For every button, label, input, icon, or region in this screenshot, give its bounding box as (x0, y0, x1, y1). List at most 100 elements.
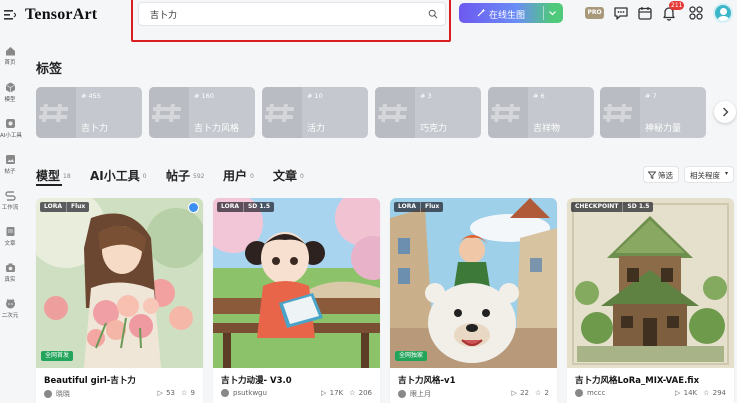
model-tags: LORA Flux (40, 202, 90, 212)
model-stats: ▷ 14K ☆ 294 (669, 389, 726, 397)
sidebar-item-label: AI小工具 (0, 133, 22, 139)
tag-count: # 455 (81, 92, 101, 100)
model-author[interactable]: 眼上月 (398, 389, 431, 399)
model-title[interactable]: Beautiful girl-吉卜力 (44, 374, 136, 386)
tab-4[interactable]: 文章 0 (273, 167, 304, 184)
logo[interactable]: TensorArt (25, 6, 97, 24)
model-title[interactable]: 吉卜力风格LoRa_MIX-VAE.fix (575, 374, 699, 386)
author-name: psutkwgu (233, 389, 267, 397)
filter-button[interactable]: 筛选 (643, 166, 679, 183)
model-type-tag: SD 1.5 (242, 202, 275, 212)
sidebar-item-anime[interactable]: 二次元 (0, 298, 20, 319)
active-tab-indicator (36, 184, 62, 186)
sidebar-item-ai-tools[interactable]: AI小工具 (0, 118, 22, 139)
sidebar-item-posts[interactable]: 帖子 (0, 154, 20, 175)
tag-card[interactable]: # 160 吉卜力风格 (149, 87, 255, 138)
tab-count: 0 (142, 173, 147, 180)
star-count: 206 (358, 389, 372, 397)
tags-next-button[interactable] (711, 87, 737, 138)
tag-count: # 10 (307, 92, 323, 100)
tag-card[interactable]: # 455 吉卜力 (36, 87, 142, 138)
model-thumbnail[interactable] (213, 198, 380, 368)
pro-badge[interactable]: PRO (585, 7, 604, 19)
tag-card[interactable]: # 3 巧克力 (375, 87, 481, 138)
model-card[interactable]: CHECKPOINT SD 1.5 吉卜力风格LoRa_MIX-VAE.fix mcc… (567, 198, 734, 403)
tab-count: 592 (193, 173, 205, 180)
bookmark-icon[interactable] (188, 202, 199, 213)
generate-button[interactable]: 在线生图 (459, 3, 563, 23)
chat-icon[interactable] (613, 5, 629, 21)
tab-2[interactable]: 帖子 592 (166, 167, 204, 184)
wand-icon (477, 8, 486, 17)
model-thumbnail[interactable] (390, 198, 557, 368)
model-card[interactable]: LORA Flux 全网首发 Beautiful girl-吉卜力 晓晓 ▷ 53 ☆ 9 (36, 198, 203, 403)
tag-name: 吉卜力 (81, 124, 109, 134)
star-icon: ☆ (349, 389, 356, 397)
cube-icon (5, 82, 15, 93)
model-thumbnail[interactable] (36, 198, 203, 368)
model-card[interactable]: LORA SD 1.5 吉卜力动漫- V3.0 psutkwgu ▷ 17K ☆ 206 (213, 198, 380, 403)
tab-label: AI小工具 (90, 169, 140, 183)
model-title[interactable]: 吉卜力动漫- V3.0 (221, 374, 292, 386)
model-type-tag: Flux (419, 202, 444, 212)
author-name: mccc (587, 389, 606, 397)
model-author[interactable]: mccc (575, 389, 605, 397)
sidebar-item-articles[interactable]: 文章 (0, 226, 20, 247)
model-author[interactable]: psutkwgu (221, 389, 267, 397)
sidebar-item-workflow[interactable]: 工作流 (0, 190, 20, 211)
star-count: 9 (190, 389, 195, 397)
tab-3[interactable]: 用户 0 (223, 167, 254, 184)
model-tags: LORA Flux (394, 202, 444, 212)
tag-name: 吉卜力风格 (194, 124, 240, 134)
sidebar-item-realistic[interactable]: 真实 (0, 262, 20, 283)
chevron-down-icon: ▾ (725, 170, 729, 177)
tag-card[interactable]: # 10 活力 (262, 87, 368, 138)
model-stats: ▷ 22 ☆ 2 (505, 389, 549, 397)
tag-card[interactable]: # 6 吉祥物 (488, 87, 594, 138)
hash-icon (375, 87, 415, 138)
camera-icon (5, 263, 15, 272)
sort-select[interactable]: 相关程度 ▾ (684, 166, 734, 183)
model-card[interactable]: LORA Flux 全网独家 吉卜力风格-v1 眼上月 ▷ 22 ☆ 2 (390, 198, 557, 403)
author-avatar (398, 390, 406, 398)
menu-icon[interactable] (4, 9, 16, 21)
tab-count: 0 (300, 173, 304, 180)
tag-card[interactable]: # 7 神秘力量 (600, 87, 706, 138)
model-type-tag: Flux (65, 202, 90, 212)
tab-0[interactable]: 模型 18 (36, 167, 71, 184)
tag-name: 巧克力 (420, 124, 448, 134)
tab-1[interactable]: AI小工具 0 (90, 167, 147, 184)
play-icon: ▷ (320, 389, 327, 397)
author-avatar (221, 389, 229, 397)
model-title[interactable]: 吉卜力风格-v1 (398, 374, 455, 386)
notification-badge: 211 (669, 1, 685, 10)
play-icon: ▷ (511, 389, 517, 397)
tags-next-circle (714, 101, 736, 123)
author-name: 眼上月 (410, 390, 431, 398)
user-avatar[interactable] (713, 3, 733, 23)
tool-icon (5, 119, 15, 128)
apps-grid-icon[interactable] (688, 5, 704, 21)
model-thumbnail[interactable] (567, 198, 734, 368)
top-bar: TensorArt 吉卜力 在线生图 PRO 211 (0, 0, 737, 42)
model-type-tag: SD 1.5 (622, 202, 654, 212)
anime-icon (5, 298, 15, 309)
model-author[interactable]: 晓晓 (44, 389, 70, 399)
tag-name: 吉祥物 (533, 124, 561, 134)
exclusive-badge: 全网首发 (41, 351, 74, 361)
tab-label: 模型 (36, 169, 61, 183)
chevron-down-icon[interactable] (548, 7, 557, 19)
home-icon (5, 47, 15, 56)
sort-label: 相关程度 (690, 171, 720, 180)
tag-name: 神秘力量 (645, 124, 682, 134)
sidebar-item-label: 模型 (4, 97, 16, 103)
hash-icon (600, 87, 640, 138)
avatar-face (720, 8, 727, 15)
hash-icon (36, 87, 76, 138)
tab-count: 0 (250, 173, 254, 180)
sidebar-item-home[interactable]: 首页 (0, 46, 20, 66)
sidebar-item-models[interactable]: 模型 (0, 82, 20, 103)
calendar-icon[interactable] (637, 5, 653, 21)
workflow-icon (4, 191, 16, 201)
search-highlight-box (131, 0, 451, 42)
